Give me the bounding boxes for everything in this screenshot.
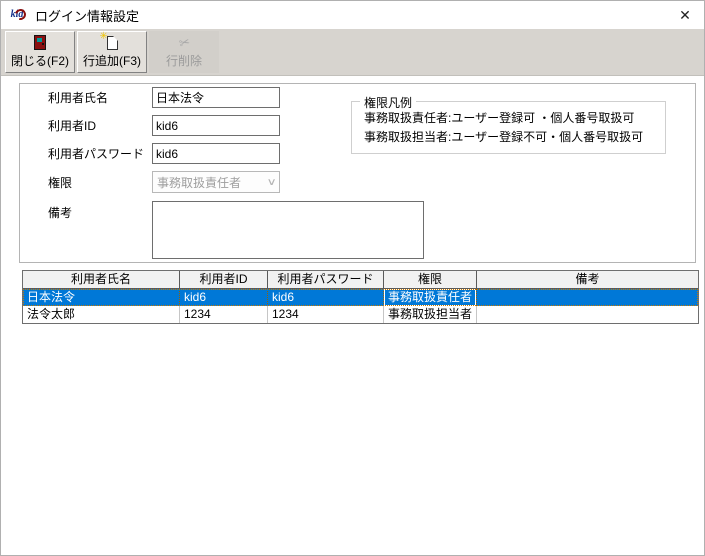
header-permission: 権限 bbox=[384, 271, 477, 288]
delete-row-button[interactable]: ✂ 行削除 bbox=[149, 31, 219, 73]
cell-user-name[interactable]: 法令太郎 bbox=[23, 306, 180, 323]
permission-value: 事務取扱責任者 bbox=[157, 174, 241, 191]
form-panel: 利用者氏名 利用者ID 利用者パスワード 権限 事務取扱責任者 ∨ 備考 bbox=[19, 83, 696, 263]
delete-row-icon: ✂ bbox=[177, 35, 191, 50]
permission-legend-groupbox: 権限凡例 事務取扱責任者:ユーザー登録可 ・個人番号取扱可 事務取扱担当者:ユー… bbox=[351, 101, 666, 154]
close-form-label: 閉じる(F2) bbox=[11, 52, 69, 69]
legend-line-1: 事務取扱責任者:ユーザー登録可 ・個人番号取扱可 bbox=[364, 109, 665, 128]
user-name-input[interactable] bbox=[152, 87, 280, 108]
cell-user-password[interactable]: kid6 bbox=[268, 289, 384, 306]
window-title: ログイン情報設定 bbox=[35, 6, 139, 25]
new-page-icon bbox=[107, 36, 118, 50]
user-id-row: 利用者ID bbox=[48, 115, 280, 136]
close-icon[interactable]: ✕ bbox=[674, 4, 696, 26]
header-user-id: 利用者ID bbox=[180, 271, 268, 288]
chevron-down-icon: ∨ bbox=[266, 177, 276, 188]
user-password-row: 利用者パスワード bbox=[48, 143, 280, 164]
app-icon: kid bbox=[7, 7, 27, 23]
cell-remarks[interactable] bbox=[477, 306, 698, 323]
table-row[interactable]: 法令太郎 1234 1234 事務取扱担当者 bbox=[23, 306, 698, 323]
remarks-label: 備考 bbox=[48, 204, 152, 221]
permission-legend-title: 権限凡例 bbox=[360, 94, 416, 111]
user-password-label: 利用者パスワード bbox=[48, 145, 152, 162]
user-id-label: 利用者ID bbox=[48, 117, 152, 134]
permission-select[interactable]: 事務取扱責任者 ∨ bbox=[152, 171, 280, 193]
legend-line-2: 事務取扱担当者:ユーザー登録不可・個人番号取扱可 bbox=[364, 128, 665, 147]
table-header-row: 利用者氏名 利用者ID 利用者パスワード 権限 備考 bbox=[23, 271, 698, 289]
permission-row: 権限 事務取扱責任者 ∨ bbox=[48, 171, 280, 193]
cell-remarks[interactable] bbox=[477, 289, 698, 306]
header-user-password: 利用者パスワード bbox=[268, 271, 384, 288]
table-row[interactable]: 日本法令 kid6 kid6 事務取扱責任者 bbox=[23, 289, 698, 306]
permission-label: 権限 bbox=[48, 174, 152, 191]
cell-user-name[interactable]: 日本法令 bbox=[23, 289, 180, 306]
remarks-textarea[interactable] bbox=[152, 201, 424, 259]
add-row-button[interactable]: 行追加(F3) bbox=[77, 31, 147, 73]
cell-permission[interactable]: 事務取扱責任者 bbox=[384, 289, 477, 306]
cell-user-id[interactable]: 1234 bbox=[180, 306, 268, 323]
login-info-window: kid ログイン情報設定 ✕ 閉じる(F2) 行追加(F3) ✂ 行削除 利用者… bbox=[0, 0, 705, 556]
header-remarks: 備考 bbox=[477, 271, 698, 288]
delete-row-label: 行削除 bbox=[166, 52, 202, 69]
cell-user-id[interactable]: kid6 bbox=[180, 289, 268, 306]
users-table: 利用者氏名 利用者ID 利用者パスワード 権限 備考 日本法令 kid6 kid… bbox=[22, 270, 699, 324]
cell-user-password[interactable]: 1234 bbox=[268, 306, 384, 323]
title-bar: kid ログイン情報設定 ✕ bbox=[1, 1, 704, 30]
add-row-label: 行追加(F3) bbox=[83, 52, 141, 69]
door-icon bbox=[34, 35, 46, 50]
toolbar: 閉じる(F2) 行追加(F3) ✂ 行削除 bbox=[1, 29, 704, 76]
cell-permission[interactable]: 事務取扱担当者 bbox=[384, 306, 477, 323]
close-form-button[interactable]: 閉じる(F2) bbox=[5, 31, 75, 73]
user-name-row: 利用者氏名 bbox=[48, 87, 280, 108]
remarks-row: 備考 bbox=[48, 201, 424, 259]
user-password-input[interactable] bbox=[152, 143, 280, 164]
user-id-input[interactable] bbox=[152, 115, 280, 136]
user-name-label: 利用者氏名 bbox=[48, 89, 152, 106]
main-area: 利用者氏名 利用者ID 利用者パスワード 権限 事務取扱責任者 ∨ 備考 bbox=[1, 76, 704, 555]
header-user-name: 利用者氏名 bbox=[23, 271, 180, 288]
